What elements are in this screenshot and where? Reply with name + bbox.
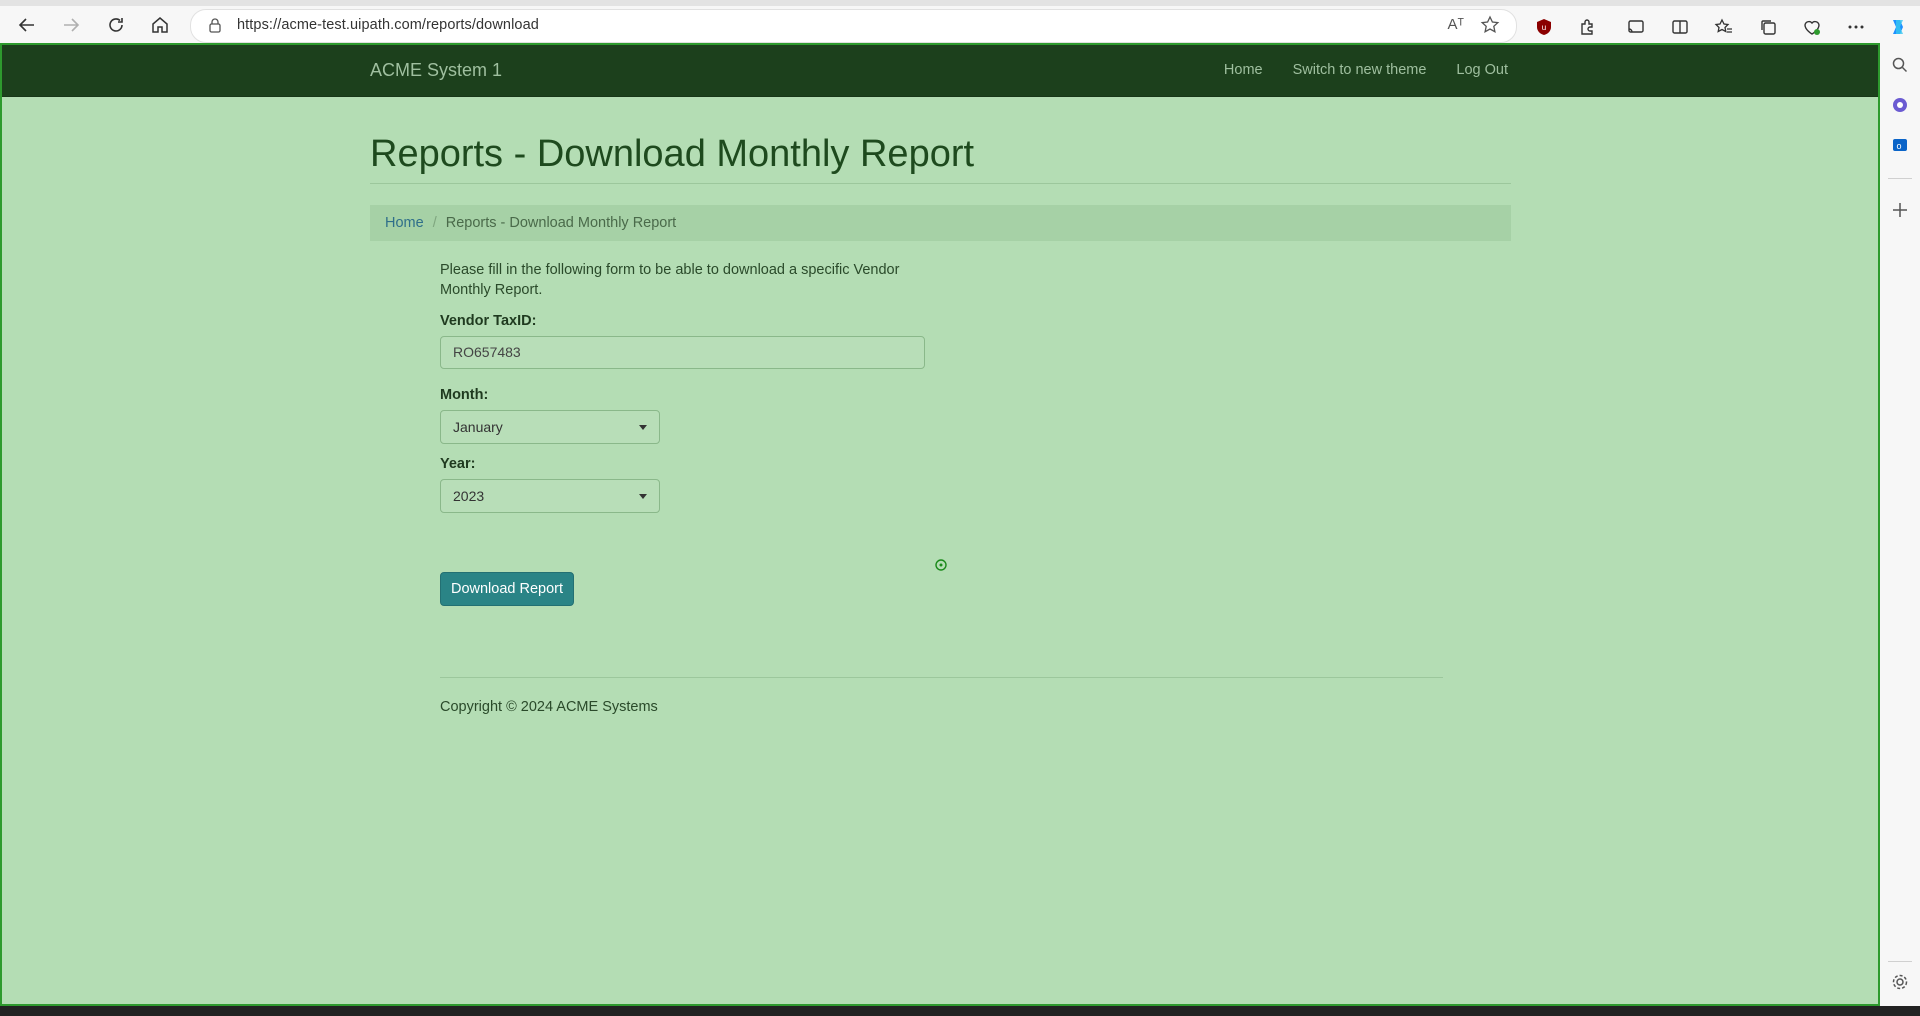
more-menu-icon[interactable] [1845, 16, 1867, 38]
month-select[interactable]: January [440, 410, 660, 444]
back-icon[interactable] [12, 10, 42, 40]
year-select[interactable]: 2023 [440, 479, 660, 513]
month-label: Month: [440, 387, 489, 403]
taskbar-strip [0, 1006, 1920, 1016]
breadcrumb-current: Reports - Download Monthly Report [445, 215, 677, 231]
sidebar-divider [1888, 178, 1912, 179]
vendor-taxid-label: Vendor TaxID: [440, 313, 537, 329]
page-title: Reports - Download Monthly Report [370, 133, 975, 175]
svg-text:o: o [1896, 141, 1901, 151]
breadcrumb: Home / Reports - Download Monthly Report [370, 205, 1511, 241]
footer-divider [440, 677, 1443, 678]
year-select-value: 2023 [453, 488, 485, 504]
url-text[interactable]: https://acme-test.uipath.com/reports/dow… [237, 17, 539, 33]
month-select-value: January [453, 419, 503, 435]
sidebar-search-icon[interactable] [1889, 54, 1911, 76]
split-screen-icon[interactable] [1669, 16, 1691, 38]
crosshair-cursor-icon [935, 559, 947, 571]
form-intro-text: Please fill in the following form to be … [440, 262, 900, 298]
address-bar[interactable]: https://acme-test.uipath.com/reports/dow… [190, 9, 1517, 43]
cast-icon[interactable] [1625, 16, 1647, 38]
browser-essentials-icon[interactable] [1801, 16, 1823, 38]
brand-name[interactable]: ACME System 1 [370, 60, 502, 81]
download-report-button[interactable]: Download Report [440, 572, 574, 606]
footer-copyright: Copyright © 2024 ACME Systems [440, 699, 658, 715]
nav-links: Home Switch to new theme Log Out [1224, 62, 1508, 78]
chevron-down-icon [639, 494, 647, 499]
ublock-icon[interactable]: u [1533, 16, 1555, 38]
nav-home-link[interactable]: Home [1224, 62, 1263, 78]
sidebar-copilot-icon[interactable] [1889, 94, 1911, 116]
read-aloud-icon[interactable]: Aᵀ [1448, 16, 1465, 33]
forward-icon[interactable] [56, 10, 86, 40]
favorites-icon[interactable] [1713, 16, 1735, 38]
nav-switch-theme-link[interactable]: Switch to new theme [1293, 62, 1427, 78]
refresh-icon[interactable] [101, 10, 131, 40]
page-viewport: ACME System 1 Home Switch to new theme L… [0, 43, 1880, 1006]
breadcrumb-home-link[interactable]: Home [385, 215, 424, 231]
sidebar-divider [1888, 961, 1912, 962]
extensions-icon[interactable] [1577, 16, 1599, 38]
browser-sidebar: o [1880, 43, 1920, 1016]
collections-icon[interactable] [1757, 16, 1779, 38]
breadcrumb-separator: / [432, 215, 437, 231]
vendor-taxid-input[interactable]: RO657483 [440, 336, 925, 369]
settings-gear-icon[interactable] [1889, 971, 1911, 993]
lock-icon[interactable] [207, 17, 223, 33]
svg-text:u: u [1542, 23, 1546, 32]
nav-logout-link[interactable]: Log Out [1456, 62, 1508, 78]
add-icon[interactable] [1889, 199, 1911, 221]
outlook-icon[interactable]: o [1889, 134, 1911, 156]
chevron-down-icon [639, 425, 647, 430]
browser-toolbar: https://acme-test.uipath.com/reports/dow… [0, 6, 1920, 43]
title-divider [370, 183, 1511, 184]
favorite-star-icon[interactable] [1480, 15, 1500, 35]
year-label: Year: [440, 456, 476, 472]
copilot-icon[interactable] [1887, 16, 1909, 38]
top-navbar: ACME System 1 Home Switch to new theme L… [2, 45, 1878, 97]
home-icon[interactable] [145, 10, 175, 40]
